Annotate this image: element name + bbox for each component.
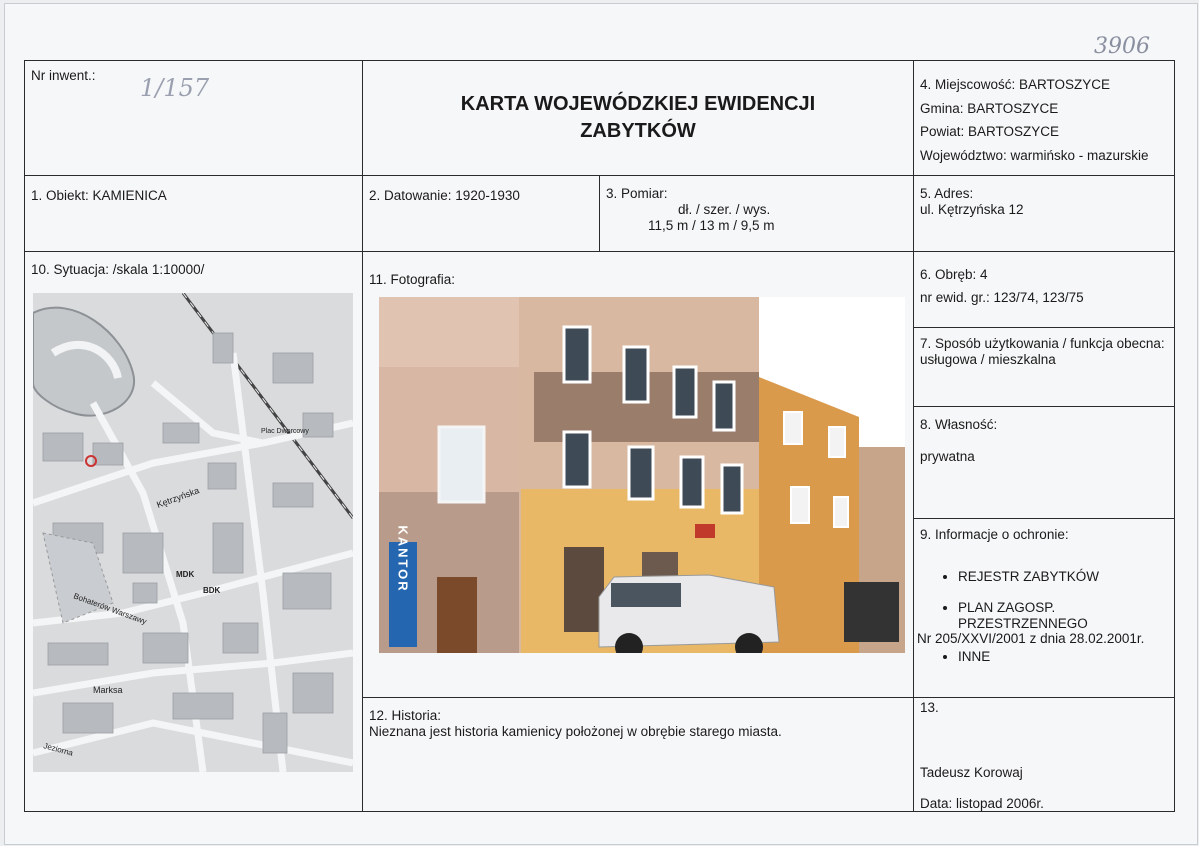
sposob-label: 7. Sposób użytkowania / funkcja obecna: [920, 336, 1165, 351]
ochrona-item-inne: INNE [958, 649, 1168, 665]
sytuacja-label: 10. Sytuacja: /skala 1:10000/ [31, 262, 205, 277]
wlasnosc-label: 8. Własność: [920, 417, 998, 432]
corner-number: 3906 [1094, 34, 1150, 59]
situation-map: Kętrzyńska Marksa Bohaterów Warszawy Jez… [33, 293, 353, 772]
ochrona-list: REJESTR ZABYTKÓW PLAN ZAGOSP. PRZESTRZEN… [920, 569, 1168, 632]
ochrona-list-2: INNE [920, 649, 1168, 665]
title-line1: KARTA WOJEWÓDZKIEJ EWIDENCJI [460, 93, 816, 115]
ochrona-item-plan: PLAN ZAGOSP. PRZESTRZENNEGO [958, 600, 1168, 631]
building-photo: KANTOR [379, 297, 905, 653]
photo-svg: KANTOR [379, 297, 905, 653]
map-svg: Kętrzyńska Marksa Bohaterów Warszawy Jez… [33, 293, 353, 772]
nr-inwent-label: Nr inwent.: [31, 68, 96, 83]
sposob-cell: 7. Sposób użytkowania / funkcja obecna: … [913, 327, 1175, 407]
ochrona-cell: 9. Informacje o ochronie: REJESTR ZABYTK… [913, 518, 1175, 698]
ochrona-plan-note: Nr 205/XXVI/2001 z dnia 28.02.2001r. [917, 631, 1145, 647]
box13-cell: 13. Tadeusz Korowaj Data: listopad 2006r… [913, 697, 1175, 812]
pomiar-dims-value: 11,5 m / 13 m / 9,5 m [648, 218, 775, 234]
adres-value: ul. Kętrzyńska 12 [920, 202, 1024, 218]
obreb-cell: 6. Obręb: 4 nr ewid. gr.: 123/74, 123/75 [913, 251, 1175, 328]
historia-cell: 12. Historia: Nieznana jest historia kam… [362, 697, 914, 812]
fotografia-label: 11. Fotografia: [369, 272, 456, 287]
ochrona-label: 9. Informacje o ochronie: [920, 527, 1069, 542]
title-line2: ZABYTKÓW [580, 120, 696, 142]
pomiar-dims-label: dł. / szer. / wys. [678, 202, 771, 218]
pomiar-cell: 3. Pomiar: dł. / szer. / wys. 11,5 m / 1… [599, 175, 914, 252]
map-label-street2: Marksa [93, 685, 123, 695]
map-label-bdk: BDK [203, 586, 221, 595]
miejscowosc: 4. Miejscowość: BARTOSZYCE [920, 77, 1111, 92]
ochrona-item-rejestr: REJESTR ZABYTKÓW [958, 569, 1168, 585]
box13-author: Tadeusz Korowaj [920, 765, 1023, 780]
obreb-label: 6. Obręb: 4 [920, 267, 988, 282]
pomiar-label: 3. Pomiar: [606, 186, 668, 201]
obreb-ewid: nr ewid. gr.: 123/74, 123/75 [920, 289, 1084, 305]
map-label-street5: Plac Dworcowy [261, 428, 309, 435]
adres-label: 5. Adres: [920, 186, 974, 201]
wojewodztwo: Województwo: warmińsko - mazurskie [920, 147, 1149, 163]
map-label-mdk: MDK [176, 570, 194, 579]
wlasnosc-value: prywatna [920, 448, 975, 464]
kantor-sign: KANTOR [396, 525, 411, 592]
nr-inwent-handwritten: 1/157 [140, 74, 210, 102]
sposob-value: usługowa / mieszkalna [920, 352, 1056, 368]
obiekt-cell: 1. Obiekt: KAMIENICA [24, 175, 363, 252]
powiat: Powiat: BARTOSZYCE [920, 124, 1060, 140]
obiekt: 1. Obiekt: KAMIENICA [31, 188, 167, 203]
title-cell: KARTA WOJEWÓDZKIEJ EWIDENCJI ZABYTKÓW [362, 60, 914, 176]
box13-label: 13. [920, 700, 939, 715]
box13-date: Data: listopad 2006r. [920, 796, 1044, 811]
gmina: Gmina: BARTOSZYCE [920, 100, 1059, 116]
datowanie: 2. Datowanie: 1920-1930 [369, 188, 520, 203]
wlasnosc-cell: 8. Własność: prywatna [913, 406, 1175, 519]
historia-label: 12. Historia: [369, 708, 442, 723]
location-cell: 4. Miejscowość: BARTOSZYCE Gmina: BARTOS… [913, 60, 1175, 176]
datowanie-cell: 2. Datowanie: 1920-1930 [362, 175, 600, 252]
adres-cell: 5. Adres: ul. Kętrzyńska 12 [913, 175, 1175, 252]
nr-inwent-cell: Nr inwent.: 1/157 [24, 60, 363, 176]
page-title: KARTA WOJEWÓDZKIEJ EWIDENCJI ZABYTKÓW [363, 91, 913, 145]
historia-value: Nieznana jest historia kamienicy położon… [369, 724, 782, 740]
